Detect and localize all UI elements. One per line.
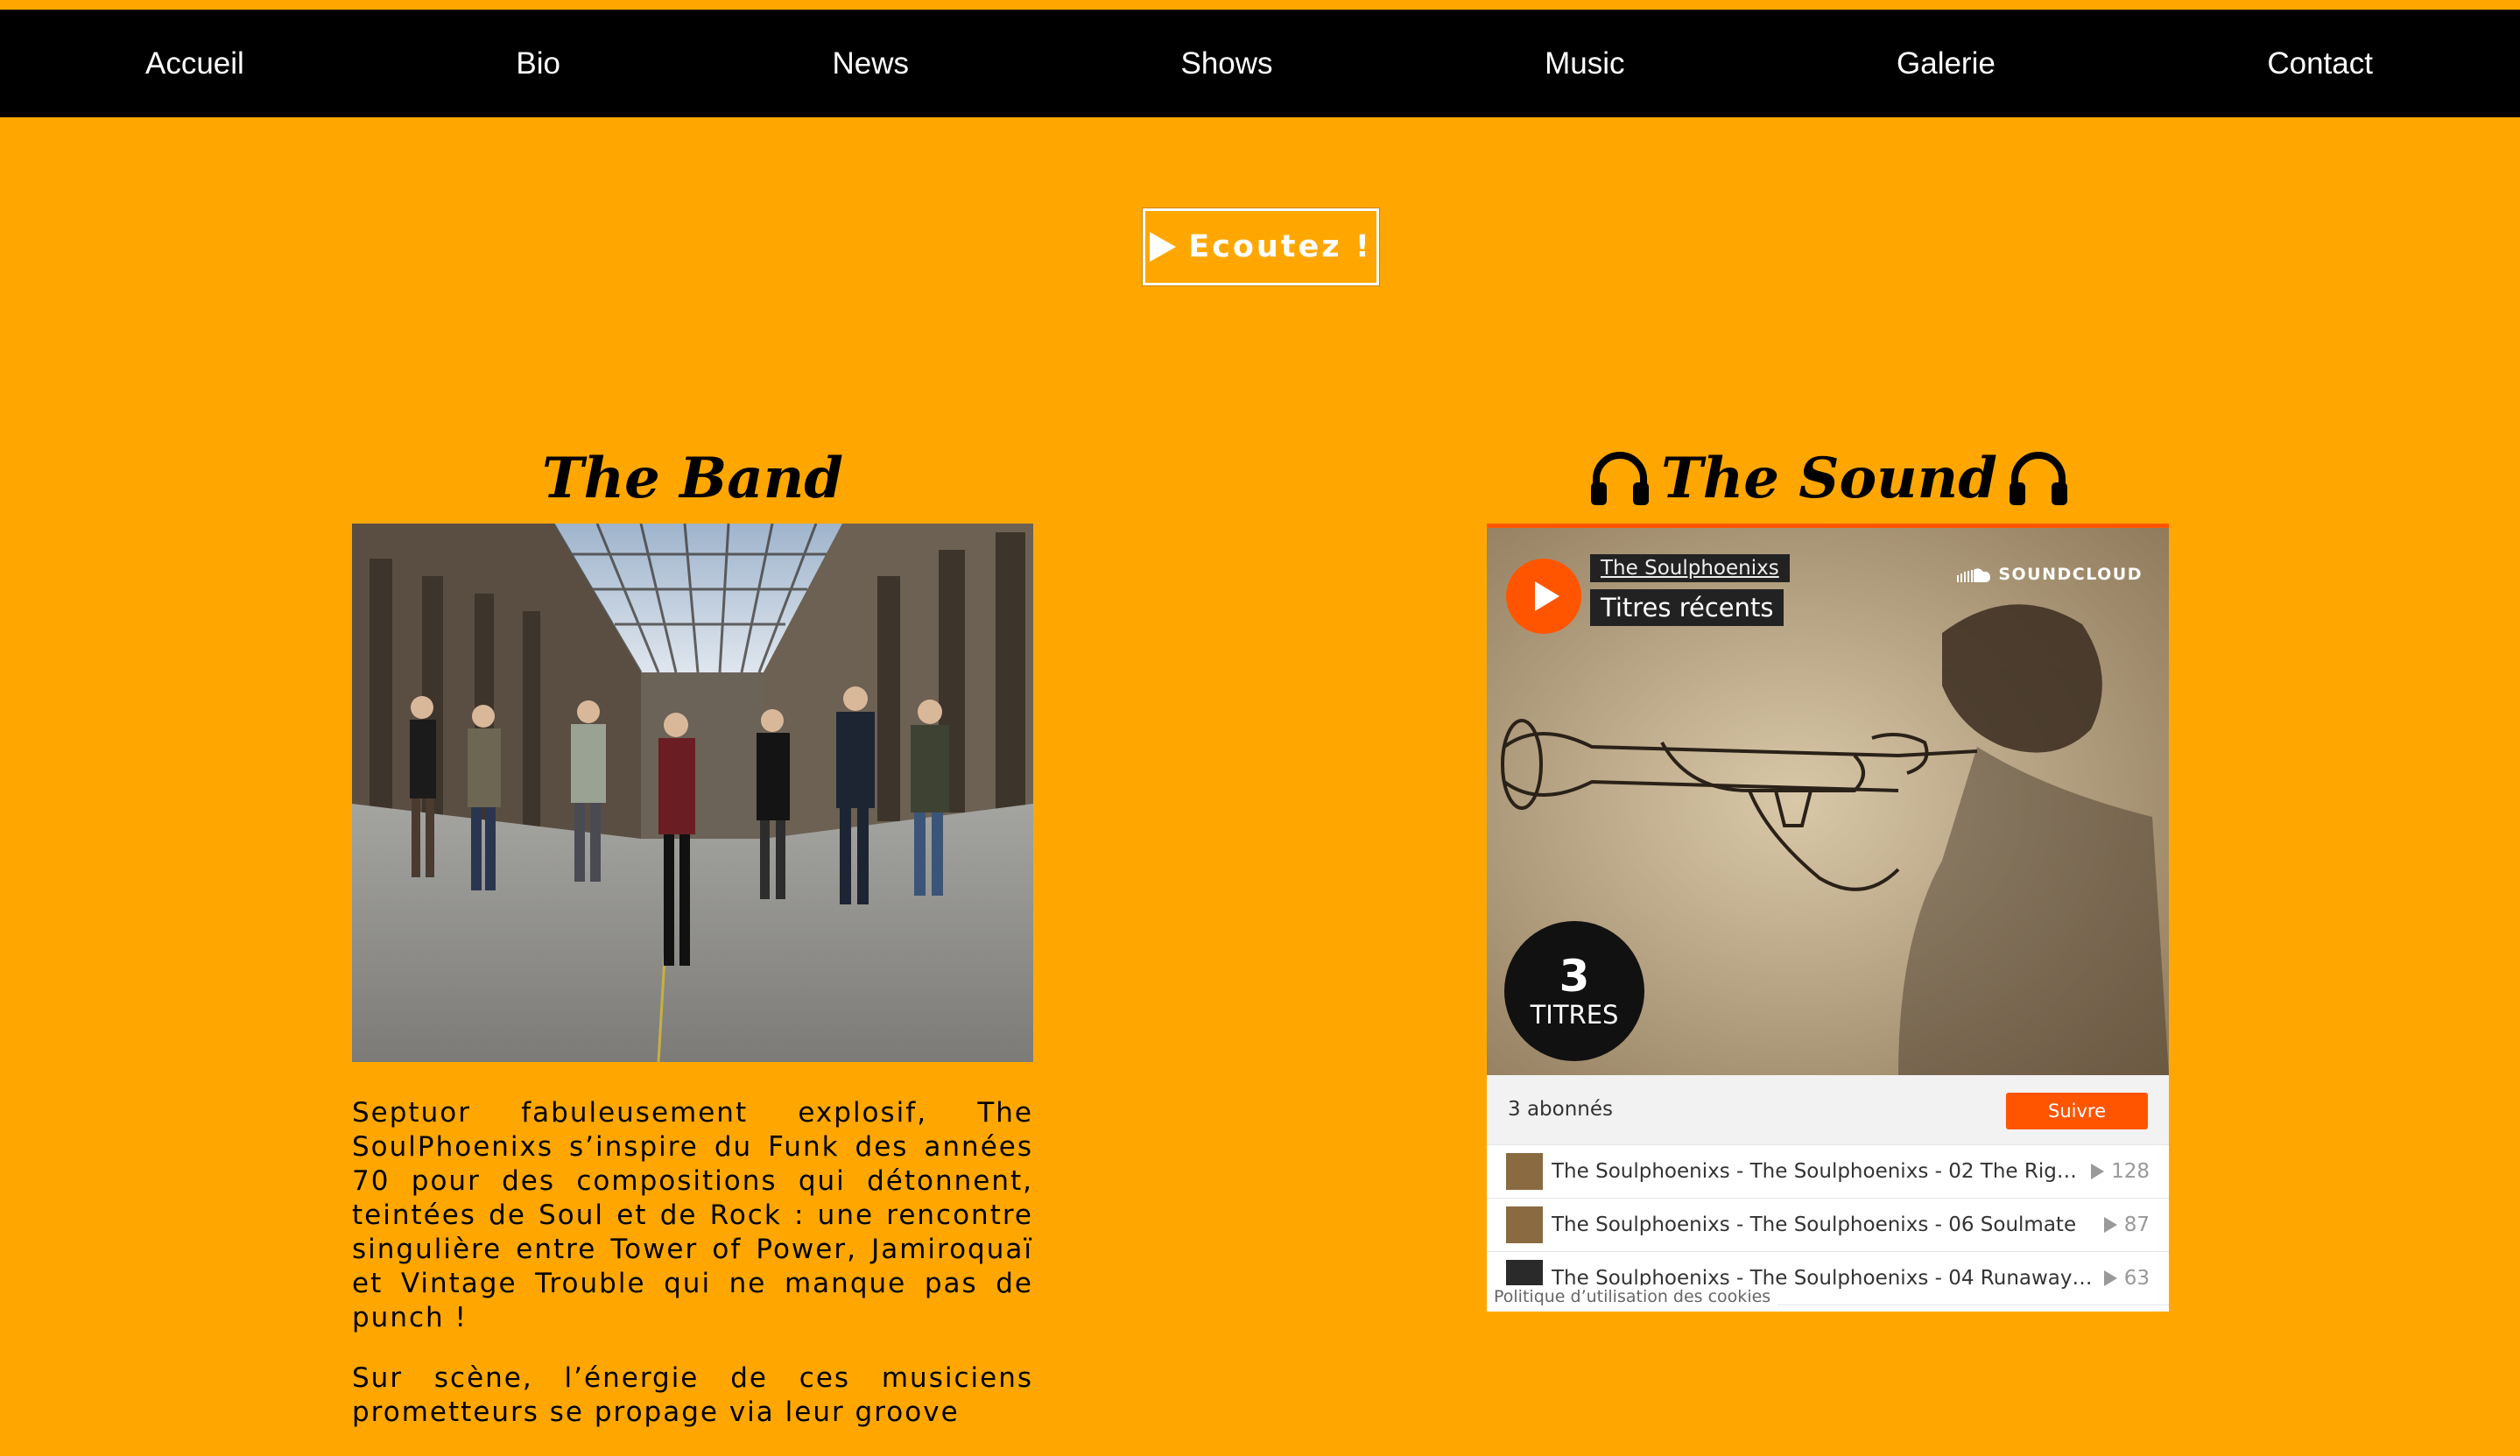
- plays-icon: [2091, 1164, 2105, 1179]
- play-count-value: 63: [2123, 1267, 2150, 1290]
- band-bio: Septuor fabuleusement explosif, The Soul…: [352, 1096, 1033, 1456]
- sound-title-text: The Sound: [1661, 445, 1997, 511]
- follow-bar: 3 abonnés Suivre: [1487, 1075, 2169, 1145]
- nav-news[interactable]: News: [832, 46, 909, 81]
- nav-accueil[interactable]: Accueil: [145, 46, 244, 81]
- nav-galerie[interactable]: Galerie: [1897, 46, 1996, 81]
- plays-icon: [2103, 1270, 2117, 1286]
- play-count-value: 87: [2123, 1213, 2150, 1236]
- track-count-badge: 3 TITRES: [1504, 921, 1644, 1061]
- band-photo: [352, 524, 1033, 1062]
- track-row[interactable]: The Soulphoenixs - The Soulphoenixs - 06…: [1487, 1199, 2169, 1252]
- nav-music[interactable]: Music: [1545, 46, 1624, 81]
- headphones-icon: [1591, 452, 1650, 506]
- set-title[interactable]: Titres récents: [1590, 589, 1784, 626]
- play-icon: [1535, 581, 1559, 611]
- play-count-value: 128: [2111, 1160, 2150, 1183]
- set-artwork: The Soulphoenixs Titres récents SOUNDCLO…: [1487, 528, 2169, 1075]
- play-count: 87: [2103, 1213, 2150, 1236]
- track-title: The Soulphoenixs - The Soulphoenixs - 06…: [1552, 1213, 2077, 1236]
- track-count-label: TITRES: [1530, 1000, 1619, 1030]
- play-count: 128: [2091, 1160, 2150, 1183]
- track-row[interactable]: The Soulphoenixs - The Soulphoenixs - 02…: [1487, 1145, 2169, 1199]
- band-title-text: The Band: [542, 445, 843, 511]
- track-title: The Soulphoenixs - The Soulphoenixs - 02…: [1552, 1160, 2081, 1183]
- play-button[interactable]: [1506, 559, 1581, 634]
- followers-count: 3 abonnés: [1508, 1098, 1613, 1121]
- nav-shows[interactable]: Shows: [1181, 46, 1273, 81]
- soundcloud-brand: SOUNDCLOUD: [1998, 565, 2143, 584]
- sound-title: The Sound: [1489, 439, 2170, 517]
- nav-bio[interactable]: Bio: [516, 46, 560, 81]
- track-count-number: 3: [1559, 951, 1590, 1002]
- follow-button[interactable]: Suivre: [2006, 1093, 2148, 1129]
- band-title: The Band: [352, 439, 1033, 517]
- soundcloud-logo[interactable]: SOUNDCLOUD: [1956, 565, 2143, 584]
- play-icon: [1150, 232, 1177, 262]
- track-list: The Soulphoenixs - The Soulphoenixs - 02…: [1487, 1145, 2169, 1305]
- track-thumbnail: [1506, 1153, 1543, 1190]
- nav-contact[interactable]: Contact: [2267, 46, 2373, 81]
- headphones-icon: [2009, 452, 2067, 506]
- main-navbar: Accueil Bio News Shows Music Galerie Con…: [0, 10, 2520, 117]
- cookie-policy-link[interactable]: Politique d’utilisation des cookies: [1487, 1285, 1778, 1308]
- listen-button-label: Ecoutez !: [1188, 229, 1372, 264]
- plays-icon: [2103, 1217, 2117, 1233]
- bio-paragraph: Sur scène, l’énergie de ces musiciens pr…: [352, 1362, 1033, 1428]
- track-thumbnail: [1506, 1206, 1543, 1243]
- soundcloud-player: The Soulphoenixs Titres récents SOUNDCLO…: [1487, 524, 2169, 1312]
- bio-paragraph: Septuor fabuleusement explosif, The Soul…: [352, 1097, 1033, 1333]
- play-count: 63: [2103, 1267, 2150, 1290]
- cloud-icon: [1957, 568, 1991, 582]
- artist-link[interactable]: The Soulphoenixs: [1590, 554, 1790, 582]
- listen-button[interactable]: Ecoutez !: [1142, 207, 1380, 286]
